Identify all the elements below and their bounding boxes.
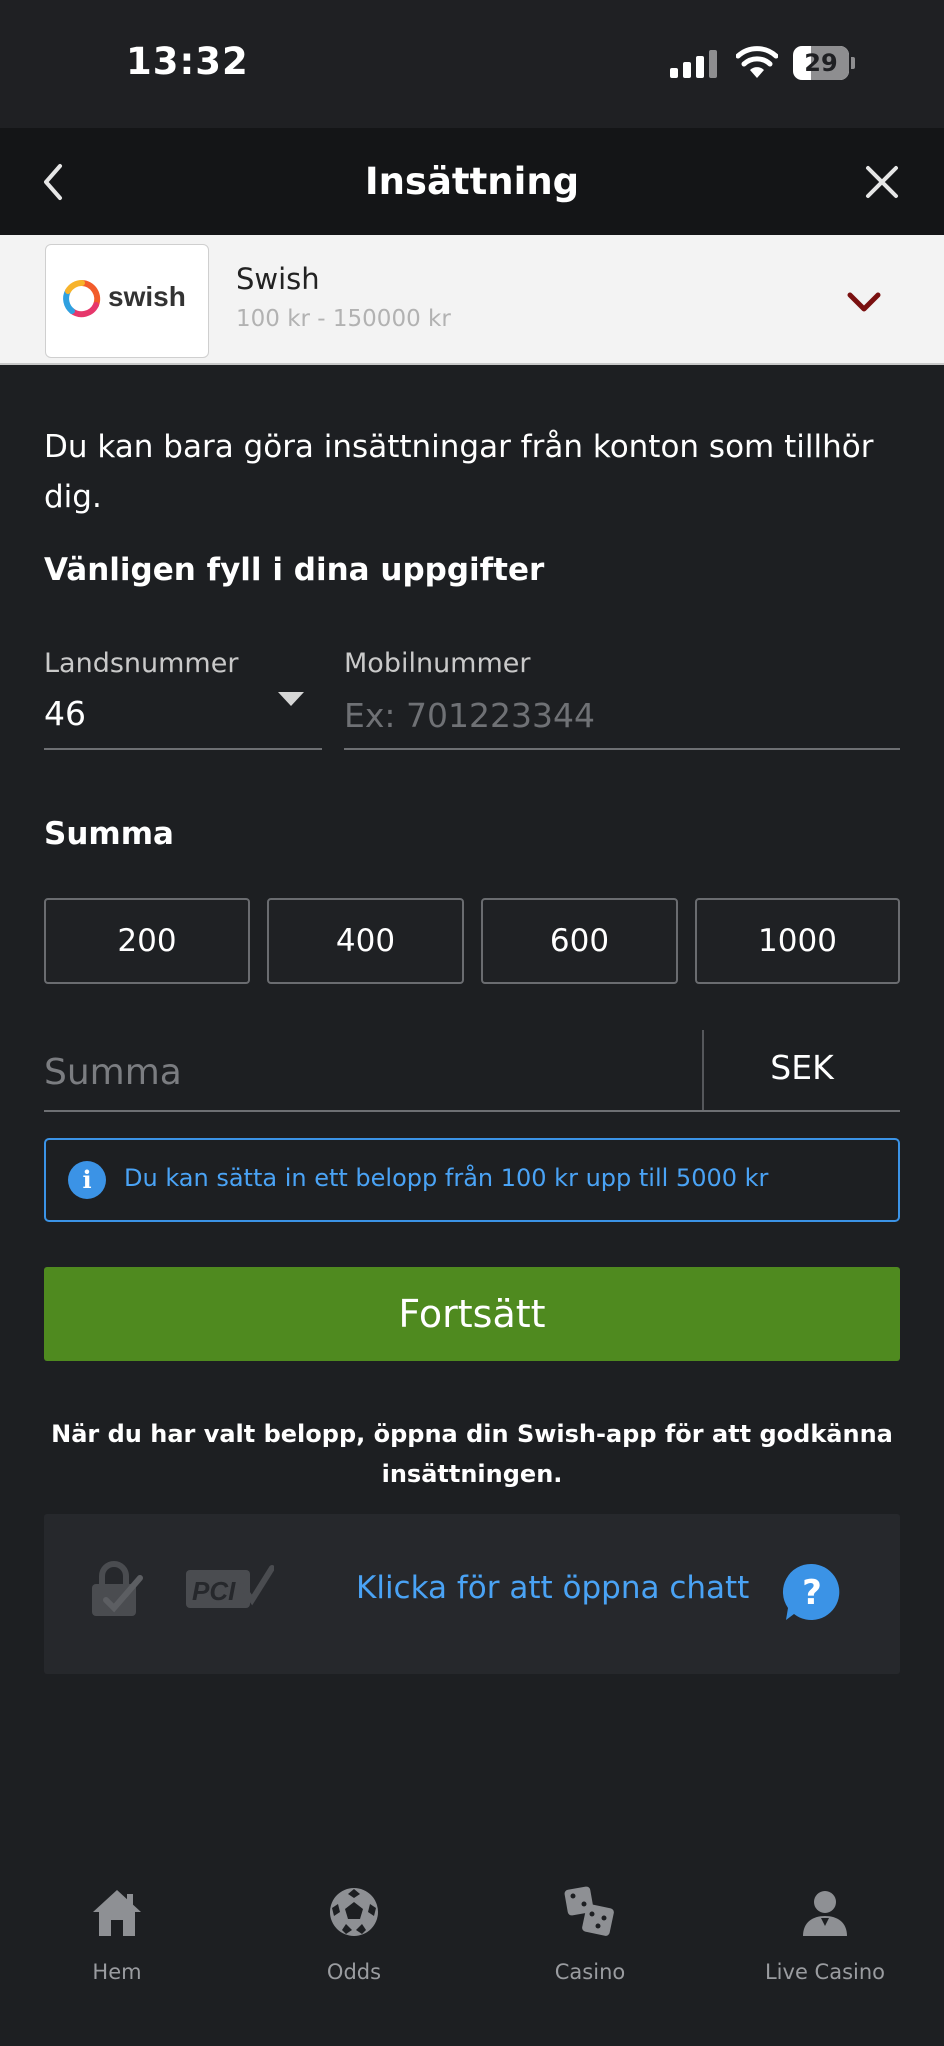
dice-icon [564, 1886, 614, 1936]
notice-text: Du kan sätta in ett belopp från 100 kr u… [124, 1164, 769, 1192]
nav-label-home: Hem [92, 1960, 142, 1984]
swish-logo: swish [45, 244, 209, 358]
swish-logo-text: swish [108, 281, 186, 312]
currency-label: SEK [770, 1048, 834, 1087]
swish-hint-text: När du har valt belopp, öppna din Swish-… [51, 1420, 893, 1488]
amount-preset-600[interactable]: 600 [481, 898, 678, 984]
nav-home[interactable]: Hem [27, 1880, 207, 1990]
home-icon [93, 1890, 141, 1936]
country-code-underline [44, 748, 322, 750]
details-title: Vänligen fyll i dina uppgifter [44, 552, 545, 588]
battery-level: 29 [804, 49, 838, 77]
page-title: Insättning [364, 160, 580, 203]
nav-odds[interactable]: Odds [264, 1880, 444, 1990]
nav-label-live-casino: Live Casino [764, 1960, 886, 1984]
football-icon [330, 1888, 378, 1936]
status-time: 13:32 [126, 40, 249, 83]
country-code-label: Landsnummer [44, 648, 239, 679]
amount-preset-400[interactable]: 400 [267, 898, 464, 984]
amount-input[interactable] [44, 1042, 684, 1102]
swish-logo-mark [63, 279, 101, 318]
chevron-down-icon[interactable] [846, 290, 882, 316]
nav-label-odds: Odds [326, 1960, 382, 1984]
battery-icon: 29 [793, 46, 855, 80]
mobile-input[interactable] [344, 690, 894, 740]
nav-label-casino: Casino [554, 1960, 626, 1984]
open-chat-link[interactable]: Klicka för att öppna chatt [356, 1570, 749, 1606]
amount-preset-1000[interactable]: 1000 [695, 898, 900, 984]
signal-icon [670, 50, 718, 78]
country-code-value[interactable]: 46 [44, 694, 86, 733]
info-icon: i [68, 1161, 106, 1199]
nav-live-casino[interactable]: Live Casino [735, 1880, 915, 1990]
svg-text:?: ? [802, 1573, 822, 1613]
payment-method-name: Swish [236, 262, 320, 296]
chat-help-icon[interactable]: ? [782, 1562, 842, 1622]
dealer-icon [803, 1891, 847, 1936]
payment-method-range: 100 kr - 150000 kr [236, 306, 451, 332]
amount-title: Summa [44, 816, 174, 852]
amount-limit-notice: i Du kan sätta in ett belopp från 100 kr… [44, 1138, 900, 1222]
continue-button[interactable]: Fortsätt [44, 1267, 900, 1361]
amount-underline [44, 1110, 900, 1112]
account-info-text: Du kan bara göra insättningar från konto… [44, 429, 874, 515]
pci-icon: PCI [186, 1565, 274, 1608]
amount-preset-200[interactable]: 200 [44, 898, 250, 984]
close-button[interactable] [862, 162, 902, 202]
nav-casino[interactable]: Casino [500, 1880, 680, 1990]
secure-lock-icon [92, 1561, 143, 1616]
wifi-icon [736, 46, 778, 78]
caret-down-icon[interactable] [278, 692, 304, 706]
svg-text:PCI: PCI [192, 1576, 236, 1606]
mobile-underline [344, 748, 900, 750]
mobile-label: Mobilnummer [344, 648, 531, 679]
